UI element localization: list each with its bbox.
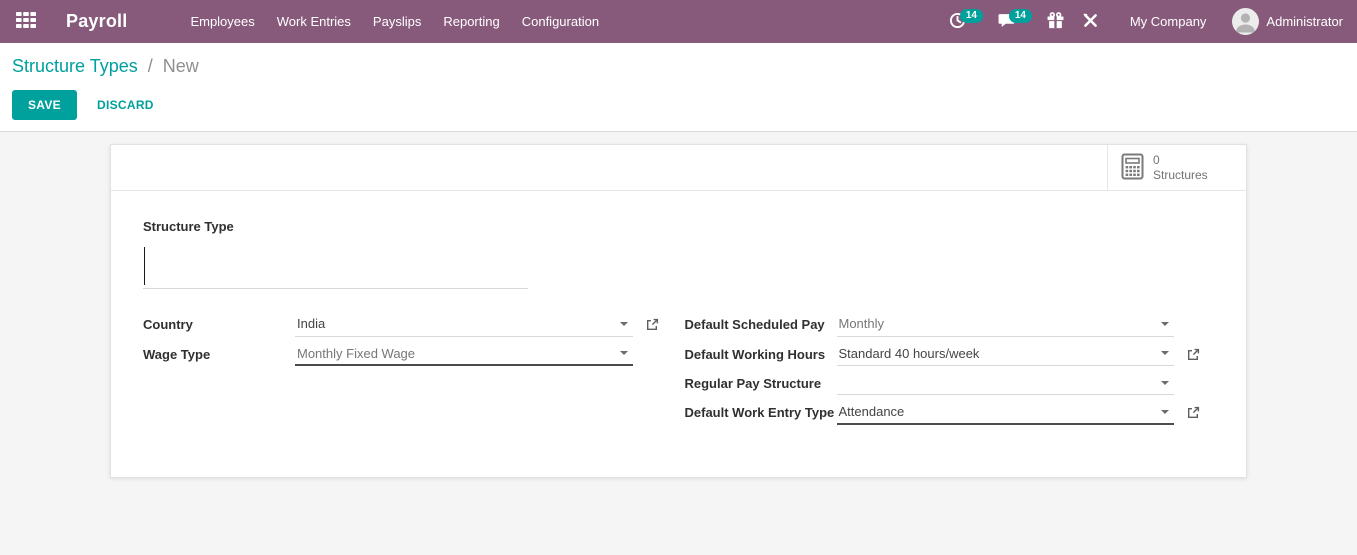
message-count-badge: 14 bbox=[1008, 8, 1032, 23]
top-navbar: Payroll Employees Work Entries Payslips … bbox=[0, 0, 1357, 43]
activity-count-badge: 14 bbox=[959, 8, 983, 23]
right-column: Default Scheduled Pay Monthly Default Wo… bbox=[685, 313, 1201, 431]
user-name: Administrator bbox=[1266, 14, 1343, 29]
apps-grid-icon bbox=[16, 12, 36, 31]
menu-payslips[interactable]: Payslips bbox=[362, 0, 432, 43]
wage-type-label: Wage Type bbox=[143, 346, 211, 362]
caret-down-icon[interactable] bbox=[619, 351, 628, 356]
menu-work-entries[interactable]: Work Entries bbox=[266, 0, 362, 43]
default-scheduled-pay-value: Monthly bbox=[838, 316, 885, 331]
field-row-regular-pay-structure: Regular Pay Structure bbox=[684, 372, 1201, 396]
navbar-systray: 14 14 My Company Administrator bbox=[940, 6, 1343, 38]
form-sheet: 0 Structures Structure Type Country Indi… bbox=[110, 144, 1247, 478]
gift-icon bbox=[1047, 11, 1064, 32]
default-working-hours-field[interactable]: Standard 40 hours/week bbox=[836, 343, 1174, 367]
wrench-icon bbox=[1082, 12, 1099, 32]
structures-stat-button[interactable]: 0 Structures bbox=[1107, 145, 1246, 190]
country-label: Country bbox=[143, 317, 193, 332]
button-box: 0 Structures bbox=[111, 145, 1246, 191]
text-cursor bbox=[144, 247, 145, 285]
field-row-default-scheduled-pay: Default Scheduled Pay Monthly bbox=[685, 313, 1201, 337]
company-switcher[interactable]: My Company bbox=[1118, 14, 1219, 29]
user-avatar bbox=[1232, 8, 1260, 35]
work-entry-type-external-link-icon[interactable] bbox=[1186, 406, 1200, 420]
working-hours-external-link-icon[interactable] bbox=[1186, 348, 1200, 362]
caret-down-icon[interactable] bbox=[1161, 380, 1169, 385]
menu-configuration[interactable]: Configuration bbox=[511, 0, 610, 43]
default-working-hours-value: Standard 40 hours/week bbox=[838, 345, 980, 361]
wage-type-value: Monthly Fixed Wage bbox=[297, 345, 416, 361]
app-root: Payroll Employees Work Entries Payslips … bbox=[0, 0, 1357, 555]
apps-menu-button[interactable] bbox=[12, 8, 40, 35]
app-title: Payroll bbox=[66, 11, 128, 31]
breadcrumb-current: New bbox=[162, 56, 199, 76]
calculator-icon bbox=[1121, 153, 1144, 183]
structure-type-group: Structure Type bbox=[143, 218, 1200, 289]
wage-type-field[interactable]: Monthly Fixed Wage bbox=[295, 343, 633, 367]
messages-button[interactable]: 14 bbox=[989, 6, 1032, 38]
country-external-link-icon[interactable] bbox=[645, 318, 659, 332]
caret-down-icon[interactable] bbox=[1161, 351, 1169, 356]
structures-count: 0 bbox=[1153, 152, 1160, 167]
caret-down-icon[interactable] bbox=[1161, 409, 1169, 414]
menu-employees[interactable]: Employees bbox=[179, 0, 265, 43]
control-panel-buttons: SAVE DISCARD bbox=[12, 90, 1345, 120]
structure-type-input[interactable] bbox=[143, 243, 528, 289]
activities-button[interactable]: 14 bbox=[940, 6, 983, 38]
control-panel: Structure Types / New SAVE DISCARD bbox=[0, 43, 1357, 132]
structures-stat-text: 0 Structures bbox=[1153, 153, 1208, 183]
main-menu: Employees Work Entries Payslips Reportin… bbox=[179, 0, 610, 43]
user-menu[interactable]: Administrator bbox=[1232, 8, 1343, 35]
breadcrumb: Structure Types / New bbox=[12, 56, 1345, 77]
regular-pay-structure-label: Regular Pay Structure bbox=[684, 376, 822, 392]
content-area: 0 Structures Structure Type Country Indi… bbox=[0, 132, 1357, 555]
form-body: Structure Type Country India Wage Type M… bbox=[111, 191, 1246, 431]
menu-reporting[interactable]: Reporting bbox=[432, 0, 510, 43]
structure-type-label: Structure Type bbox=[143, 219, 234, 234]
rewards-button[interactable] bbox=[1038, 6, 1073, 38]
save-button[interactable]: SAVE bbox=[12, 90, 77, 120]
field-row-default-work-entry-type: Default Work Entry Type Attendance bbox=[685, 401, 1201, 425]
default-work-entry-type-label: Default Work Entry Type bbox=[684, 405, 835, 421]
structures-label: Structures bbox=[1153, 167, 1208, 182]
default-scheduled-pay-label: Default Scheduled Pay bbox=[684, 317, 825, 332]
field-row-wage-type: Wage Type Monthly Fixed Wage bbox=[143, 343, 659, 367]
breadcrumb-separator: / bbox=[147, 56, 153, 76]
field-row-default-working-hours: Default Working Hours Standard 40 hours/… bbox=[685, 343, 1201, 367]
default-working-hours-label: Default Working Hours bbox=[684, 346, 826, 362]
regular-pay-structure-field[interactable] bbox=[836, 372, 1174, 396]
caret-down-icon[interactable] bbox=[619, 321, 628, 326]
caret-down-icon[interactable] bbox=[1161, 321, 1169, 326]
country-field[interactable]: India bbox=[295, 313, 633, 337]
country-value: India bbox=[297, 316, 326, 331]
field-row-country: Country India bbox=[143, 313, 659, 337]
left-column: Country India Wage Type Monthly Fixed Wa… bbox=[143, 313, 659, 431]
default-work-entry-type-value: Attendance bbox=[838, 404, 905, 420]
field-grid: Country India Wage Type Monthly Fixed Wa… bbox=[143, 313, 1200, 431]
debug-tools-button[interactable] bbox=[1073, 6, 1108, 38]
default-scheduled-pay-field[interactable]: Monthly bbox=[836, 313, 1174, 337]
breadcrumb-structure-types[interactable]: Structure Types bbox=[12, 56, 138, 76]
discard-button[interactable]: DISCARD bbox=[83, 91, 168, 119]
default-work-entry-type-field[interactable]: Attendance bbox=[836, 401, 1174, 425]
